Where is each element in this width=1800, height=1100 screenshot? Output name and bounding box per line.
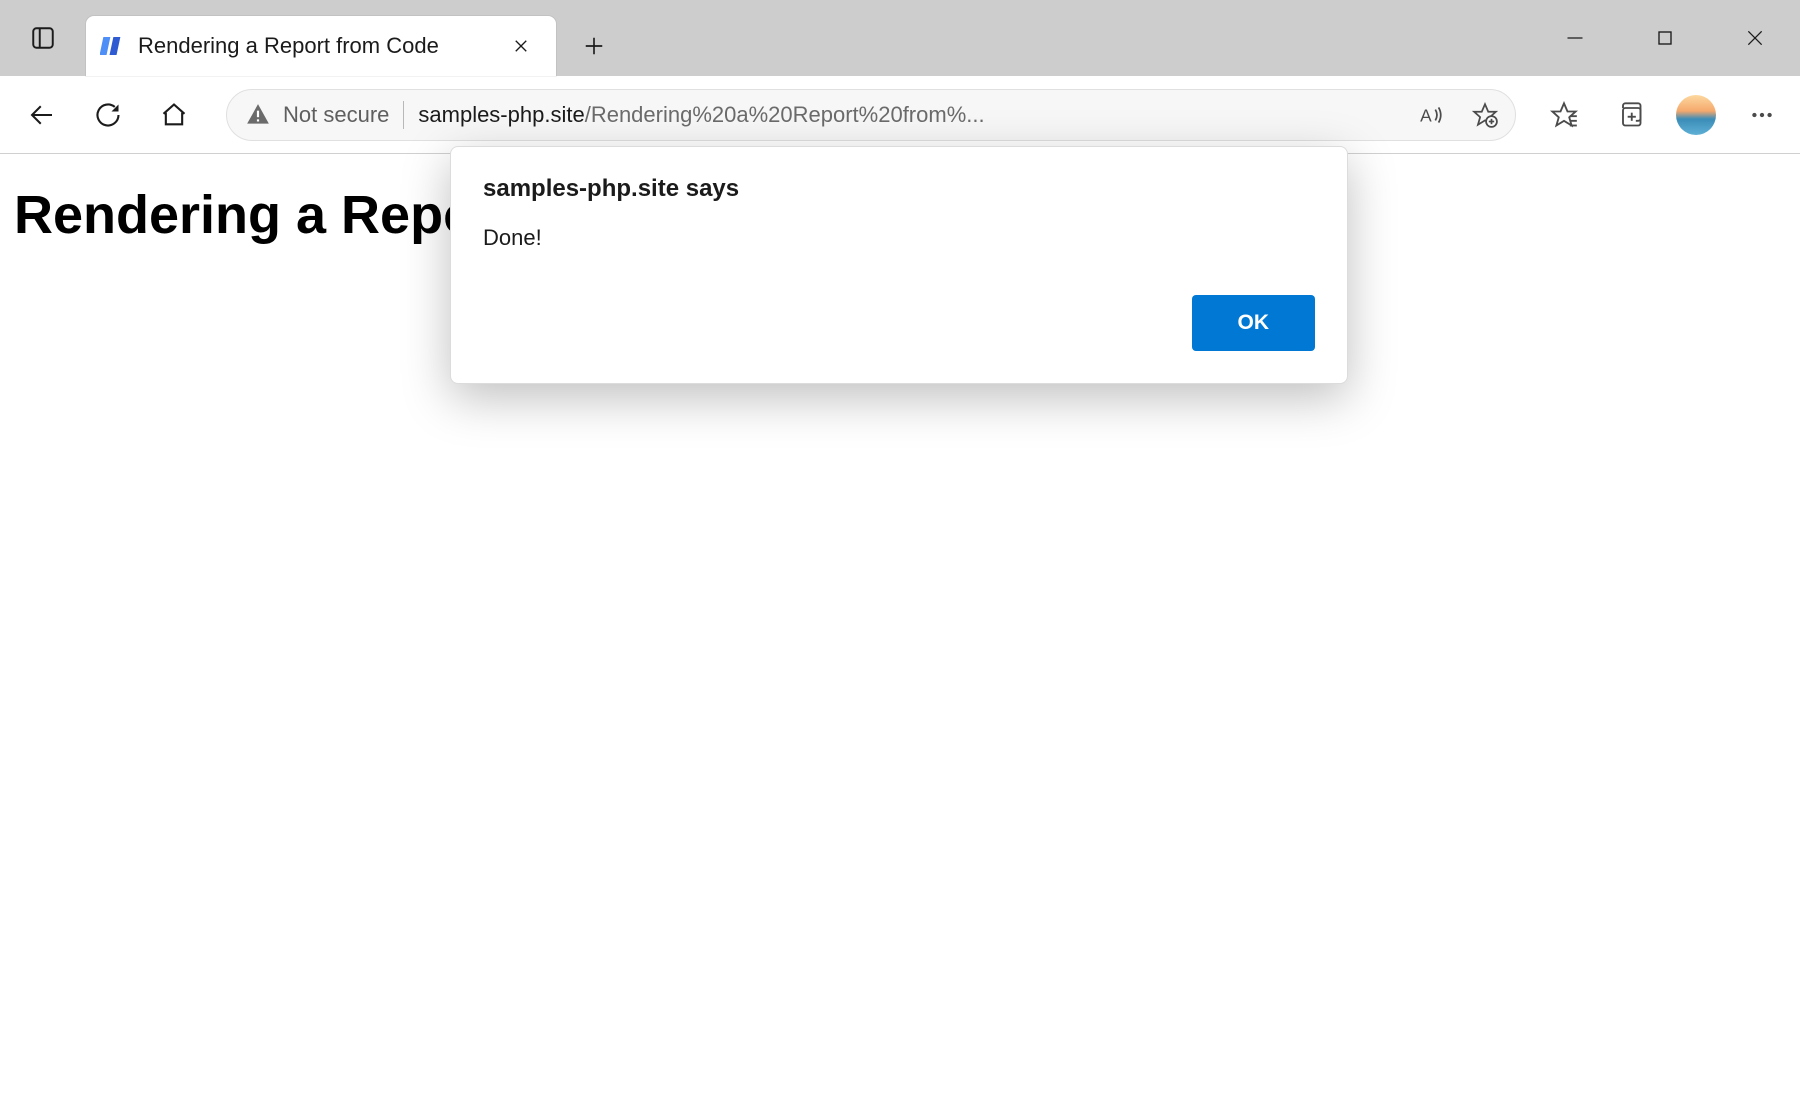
warning-icon	[245, 102, 271, 128]
address-bar[interactable]: Not secure samples-php.site/Rendering%20…	[226, 89, 1516, 141]
back-button[interactable]	[18, 91, 66, 139]
tab-title: Rendering a Report from Code	[138, 33, 492, 59]
alert-dialog: samples-php.site says Done! OK	[450, 146, 1348, 384]
tab-overview-button[interactable]	[18, 13, 68, 63]
new-tab-button[interactable]	[570, 22, 618, 70]
settings-menu-button[interactable]	[1742, 95, 1782, 135]
alert-message: Done!	[483, 225, 1315, 251]
alert-ok-button[interactable]: OK	[1192, 295, 1316, 351]
browser-toolbar: Not secure samples-php.site/Rendering%20…	[0, 76, 1800, 154]
browser-tab[interactable]: Rendering a Report from Code	[86, 16, 556, 76]
security-label: Not secure	[283, 102, 389, 128]
alert-actions: OK	[483, 295, 1315, 351]
refresh-button[interactable]	[84, 91, 132, 139]
browser-titlebar: Rendering a Report from Code	[0, 0, 1800, 76]
url-text: samples-php.site/Rendering%20a%20Report%…	[418, 102, 1397, 128]
url-path: /Rendering%20a%20Report%20from%...	[585, 102, 985, 127]
collections-button[interactable]	[1610, 95, 1650, 135]
address-divider	[403, 101, 404, 129]
close-tab-button[interactable]	[504, 29, 538, 63]
window-controls	[1530, 0, 1800, 76]
maximize-button[interactable]	[1620, 8, 1710, 68]
tab-favicon-icon	[100, 34, 124, 58]
alert-title: samples-php.site says	[483, 175, 1315, 203]
security-status[interactable]: Not secure	[245, 102, 389, 128]
profile-avatar[interactable]	[1676, 95, 1716, 135]
favorites-bar-button[interactable]	[1544, 95, 1584, 135]
minimize-button[interactable]	[1530, 8, 1620, 68]
svg-text:A: A	[1420, 105, 1432, 125]
close-window-button[interactable]	[1710, 8, 1800, 68]
toolbar-right	[1544, 95, 1782, 135]
read-aloud-button[interactable]: A	[1411, 95, 1451, 135]
home-button[interactable]	[150, 91, 198, 139]
url-domain: samples-php.site	[418, 102, 584, 127]
tab-actions-left	[0, 0, 68, 76]
favorite-button[interactable]	[1465, 95, 1505, 135]
